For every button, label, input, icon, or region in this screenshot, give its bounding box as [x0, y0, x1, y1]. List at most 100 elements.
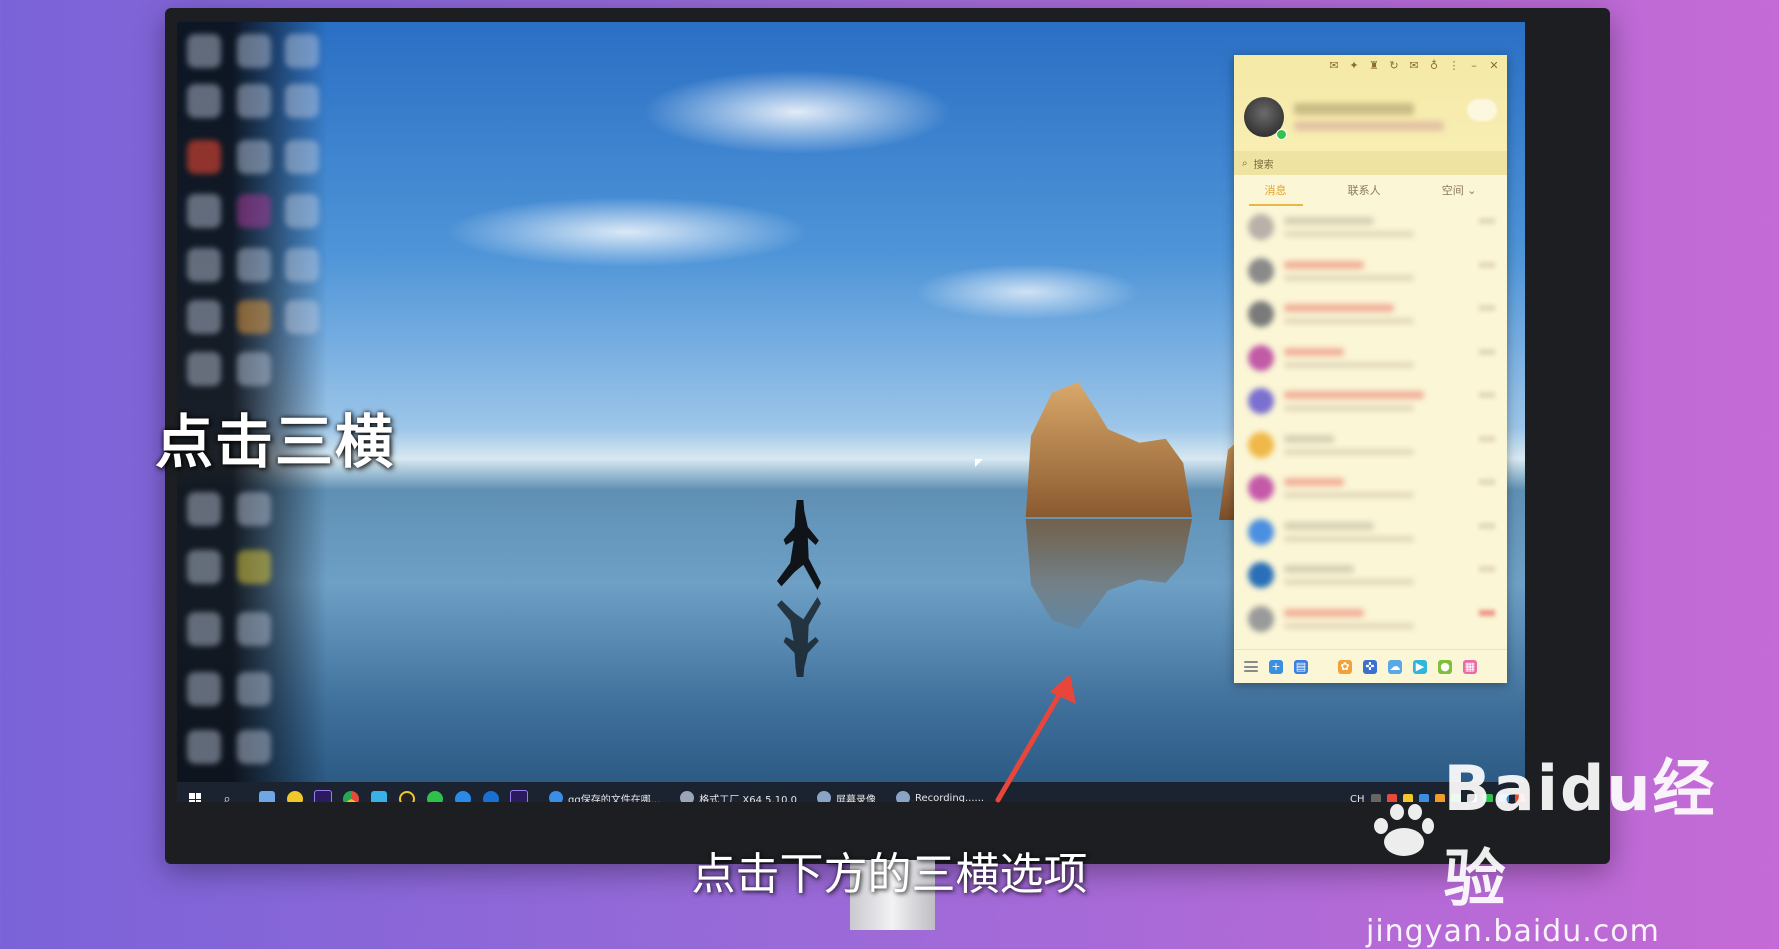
desktop-icon[interactable]: [187, 352, 221, 386]
tab-contacts[interactable]: 联系人: [1332, 176, 1397, 204]
taskbar-pin-photos[interactable]: [253, 782, 281, 802]
list-item[interactable]: [1234, 466, 1507, 510]
recording-icon: [895, 791, 910, 802]
format-factory-icon: [680, 791, 695, 802]
apps-grid-icon[interactable]: ▦: [1463, 659, 1477, 674]
chevron-down-icon: ⌄: [1467, 184, 1477, 197]
desktop-icon[interactable]: [285, 194, 319, 228]
start-button[interactable]: [177, 782, 213, 802]
list-item[interactable]: [1234, 336, 1507, 380]
list-item[interactable]: [1234, 205, 1507, 249]
mail-icon[interactable]: ✉: [1327, 59, 1341, 72]
sports-icon[interactable]: ●: [1438, 659, 1452, 674]
video-icon[interactable]: ▶: [1413, 659, 1427, 674]
desktop-icon[interactable]: [285, 300, 319, 334]
taskbar-pin-chrome[interactable]: [337, 782, 365, 802]
pointer-arrow-icon: [995, 674, 1076, 803]
taskbar-pin-browser[interactable]: [477, 782, 505, 802]
desktop-icon[interactable]: [187, 34, 221, 68]
desktop-icon[interactable]: [187, 550, 221, 584]
taskbar-app-browser[interactable]: qq保存的文件在哪...: [541, 782, 668, 802]
list-item[interactable]: [1234, 510, 1507, 554]
taskbar-app-screen-recorder[interactable]: 屏幕录像: [809, 782, 884, 802]
desktop-icon[interactable]: [187, 730, 221, 764]
taskbar-pin-qq[interactable]: [393, 782, 421, 802]
bell-icon[interactable]: ♁: [1427, 59, 1441, 72]
search-bar[interactable]: ⌕ 搜索: [1234, 151, 1507, 175]
search-placeholder: 搜索: [1253, 159, 1274, 171]
cloud-icon[interactable]: ☁: [1388, 659, 1402, 674]
main-menu-icon[interactable]: [1244, 661, 1258, 672]
list-item[interactable]: [1234, 292, 1507, 336]
taskbar-pin-premiere[interactable]: [505, 782, 533, 802]
desktop-icon[interactable]: [285, 34, 319, 68]
close-icon[interactable]: ✕: [1487, 59, 1501, 72]
star-icon[interactable]: ✦: [1347, 59, 1361, 72]
desktop-icon[interactable]: [187, 492, 221, 526]
weather-icon[interactable]: [1467, 99, 1497, 121]
qq-tabs: 消息 联系人 空间 ⌄: [1234, 175, 1507, 206]
windows-icon: [189, 793, 201, 802]
inbox-icon[interactable]: ✉: [1407, 59, 1421, 72]
desktop-icon[interactable]: [237, 612, 271, 646]
tab-space[interactable]: 空间 ⌄: [1426, 176, 1493, 204]
desktop-icon[interactable]: [237, 194, 271, 228]
desktop-icon[interactable]: [187, 248, 221, 282]
list-item[interactable]: [1234, 597, 1507, 641]
list-item[interactable]: [1234, 423, 1507, 467]
recorder-icon: [816, 791, 831, 802]
step-caption: 点击三横: [155, 408, 396, 476]
desktop-icon[interactable]: [237, 84, 271, 118]
desktop-icon[interactable]: [285, 140, 319, 174]
game-icon[interactable]: ✿: [1338, 659, 1352, 674]
desktop-icon[interactable]: [187, 612, 221, 646]
desktop-icon[interactable]: [285, 84, 319, 118]
qq-main-window[interactable]: ✉ ✦ ♜ ↻ ✉ ♁ ⋮ – ✕ ⌕ 搜索 消息 联系人 空间 ⌄ + ▤ ✿…: [1234, 55, 1507, 683]
browser-icon: [549, 791, 563, 802]
tab-messages[interactable]: 消息: [1248, 176, 1303, 206]
minimize-icon[interactable]: –: [1467, 59, 1481, 72]
search-icon[interactable]: ⌕: [213, 782, 241, 803]
desktop-icon[interactable]: [237, 672, 271, 706]
list-item[interactable]: [1234, 379, 1507, 423]
desktop-icon[interactable]: [237, 140, 271, 174]
baidu-paw-icon: [1366, 798, 1436, 858]
more-icon[interactable]: ⋮: [1447, 59, 1461, 72]
desktop-icon[interactable]: [237, 550, 271, 584]
baidu-watermark: Baidu经验 jingyan.baidu.com: [1366, 738, 1779, 949]
desktop-icon[interactable]: [187, 140, 221, 174]
shirt-icon[interactable]: ♜: [1367, 59, 1381, 72]
taskbar-pin-edge[interactable]: [449, 782, 477, 802]
taskbar-app-format-factory[interactable]: 格式工厂 X64 5.10.0: [672, 782, 805, 802]
desktop-icon[interactable]: [237, 352, 271, 386]
desktop-icon[interactable]: [187, 84, 221, 118]
desktop-icon[interactable]: [237, 300, 271, 334]
desktop-icon[interactable]: [187, 194, 221, 228]
online-status-icon[interactable]: [1276, 129, 1287, 140]
taskbar-pin-wechat[interactable]: [421, 782, 449, 802]
nickname-blurred: [1294, 103, 1414, 115]
qq-header: ✉ ✦ ♜ ↻ ✉ ♁ ⋮ – ✕: [1234, 55, 1507, 151]
refresh-icon[interactable]: ↻: [1387, 59, 1401, 72]
desktop-icon[interactable]: [237, 34, 271, 68]
list-item[interactable]: [1234, 249, 1507, 293]
taskbar-pin-premiere[interactable]: [309, 782, 337, 802]
desktop-icon[interactable]: [285, 248, 319, 282]
desktop-icon[interactable]: [237, 248, 271, 282]
search-icon: ⌕: [1242, 157, 1248, 169]
list-item[interactable]: [1234, 553, 1507, 597]
qq-titlebar: ✉ ✦ ♜ ↻ ✉ ♁ ⋮ – ✕: [1327, 59, 1501, 72]
taskbar-pin-app[interactable]: [365, 782, 393, 802]
message-list: [1234, 205, 1507, 645]
desktop-icon[interactable]: [237, 730, 271, 764]
add-contact-icon[interactable]: +: [1269, 659, 1283, 674]
gamepad-icon[interactable]: ✜: [1363, 659, 1377, 674]
taskbar-pin-app[interactable]: [281, 782, 309, 802]
taskbar: ⌕ qq保存的文件在哪... 格式工厂 X64 5.10.0 屏幕录像 Reco…: [177, 782, 1525, 802]
taskbar-app-recording[interactable]: Recording......: [888, 782, 992, 802]
desktop-icon[interactable]: [237, 492, 271, 526]
input-language[interactable]: CH: [1350, 794, 1365, 803]
file-icon[interactable]: ▤: [1294, 659, 1308, 674]
desktop-icon[interactable]: [187, 672, 221, 706]
desktop-icon[interactable]: [187, 300, 221, 334]
